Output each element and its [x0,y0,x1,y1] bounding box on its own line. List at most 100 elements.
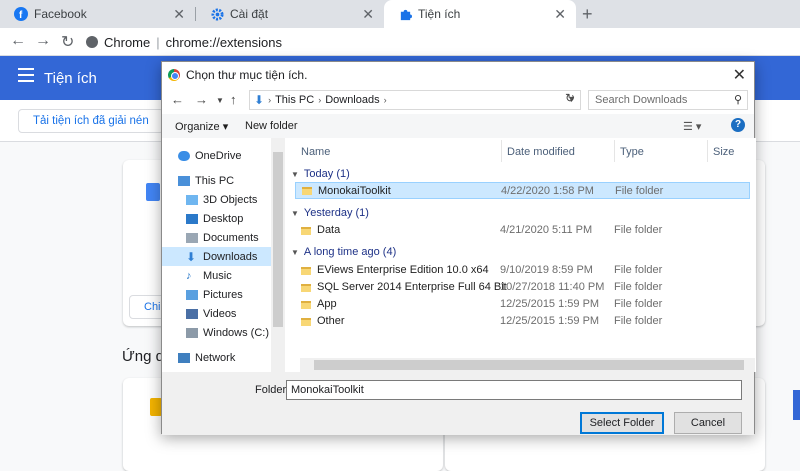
folder-icon [301,283,311,292]
scrollbar-thumb[interactable] [273,152,283,327]
nav-item-music[interactable]: ♪ Music [186,266,232,285]
nav-label: Documents [203,231,259,244]
tab-label: Cài đặt [230,7,269,21]
file-date: 10/27/2018 11:40 PM [500,281,605,293]
video-icon [186,308,198,319]
breadcrumb-downloads[interactable]: Downloads [325,94,379,106]
tab-facebook[interactable]: f Facebook ✕ [0,0,195,28]
table-row[interactable]: SQL Server 2014 Enterprise Full 64 Bit 1… [295,279,750,296]
drive-icon [186,327,198,338]
close-icon[interactable]: ✕ [733,65,746,85]
desktop-icon [186,213,198,224]
file-date: 4/22/2020 1:58 PM [501,185,594,197]
table-row[interactable]: Other 12/25/2015 1:59 PM File folder [295,313,750,330]
close-icon[interactable]: ✕ [554,6,566,23]
address-bar[interactable]: Chrome | chrome://extensions [86,31,786,53]
file-type: File folder [614,281,663,293]
nav-item-downloads[interactable]: ⬇ Downloads [162,247,271,266]
column-divider [501,140,502,162]
view-options-icon[interactable]: ☰ ▾ [683,120,701,133]
cloud-icon [178,150,190,161]
group-header-long-ago[interactable]: ▼ A long time ago (4) [291,246,396,258]
column-divider [614,140,615,162]
column-divider [707,140,708,162]
folder-icon [301,317,311,326]
search-input[interactable]: Search Downloads ⚲ [588,90,748,110]
music-icon: ♪ [186,269,192,282]
nav-label: Videos [203,307,237,320]
table-row[interactable]: Data 4/21/2020 5:11 PM File folder [295,222,750,239]
nav-item-network[interactable]: Network [178,348,235,367]
breadcrumb-this-pc[interactable]: This PC [275,94,314,106]
folder-picker-dialog: Chọn thư mục tiện ích. ✕ ← → ▼ ↑ ⬇ › Thi… [161,61,756,435]
extension-icon [146,183,160,201]
column-header-name[interactable]: Name [301,146,330,158]
close-icon[interactable]: ✕ [173,6,185,23]
file-date: 9/10/2019 8:59 PM [500,264,593,276]
chevron-down-icon: ▼ [291,208,299,218]
table-row[interactable]: EViews Enterprise Edition 10.0 x64 9/10/… [295,262,750,279]
column-header-size[interactable]: Size [713,146,734,158]
dialog-title: Chọn thư mục tiện ích. [186,68,308,82]
computer-icon [178,175,190,186]
nav-item-onedrive[interactable]: OneDrive [178,146,241,165]
path-bar[interactable]: ⬇ › This PC › Downloads › ▼ [249,90,581,110]
tab-extensions[interactable]: Tiện ích ✕ [384,0,576,28]
nav-item-pictures[interactable]: Pictures [186,285,243,304]
group-label: Today (1) [303,168,350,180]
select-folder-button[interactable]: Select Folder [580,412,664,434]
load-unpacked-button[interactable]: Tải tiện ích đã giải nén [18,109,164,133]
menu-icon[interactable] [18,68,34,86]
chrome-site-icon [86,36,98,48]
file-name: SQL Server 2014 Enterprise Full 64 Bit [317,281,507,293]
file-type: File folder [614,264,663,276]
column-header-date[interactable]: Date modified [507,146,575,158]
folder-field[interactable]: MonokaiToolkit [286,380,742,400]
url-text: chrome://extensions [165,34,282,50]
table-row[interactable]: MonokaiToolkit 4/22/2020 1:58 PM File fo… [295,182,750,199]
navigation-pane: OneDrive This PC 3D Objects Desktop Docu… [162,138,286,372]
recent-locations-icon[interactable]: ▼ [216,96,224,105]
chevron-right-icon: › [268,95,272,105]
group-header-yesterday[interactable]: ▼ Yesterday (1) [291,207,369,219]
forward-arrow-icon[interactable]: → [35,32,51,50]
horizontal-scrollbar[interactable] [300,358,755,372]
up-arrow-icon[interactable]: ↑ [230,92,237,107]
nav-item-videos[interactable]: Videos [186,304,236,323]
nav-label: Pictures [203,288,243,301]
back-arrow-icon[interactable]: ← [171,92,184,107]
close-icon[interactable]: ✕ [362,6,374,23]
nav-label: Downloads [203,250,258,263]
column-header-type[interactable]: Type [620,146,644,158]
new-folder-button[interactable]: New folder [245,120,298,132]
file-date: 12/25/2015 1:59 PM [500,315,600,327]
cancel-button[interactable]: Cancel [674,412,742,434]
help-icon[interactable]: ? [731,118,745,132]
url-separator: | [156,34,160,50]
forward-arrow-icon[interactable]: → [195,92,208,107]
nav-item-desktop[interactable]: Desktop [186,209,243,228]
nav-label: OneDrive [195,149,242,162]
new-tab-button[interactable]: + [582,4,593,25]
browser-toolbar: ← → ↻ Chrome | chrome://extensions [0,28,800,56]
folder-icon [301,300,311,309]
dialog-address-row: ← → ▼ ↑ ⬇ › This PC › Downloads › ▼ ↻ Se… [162,88,754,114]
organize-button[interactable]: Organize ▾ [175,120,228,133]
search-placeholder: Search Downloads [595,94,688,106]
file-type: File folder [614,224,663,236]
scrollbar-thumb[interactable] [314,360,744,370]
nav-scrollbar[interactable] [271,138,285,372]
chevron-right-icon: › [318,95,322,105]
table-row[interactable]: App 12/25/2015 1:59 PM File folder [295,296,750,313]
back-arrow-icon[interactable]: ← [10,32,26,50]
refresh-icon[interactable]: ↻ [565,91,575,105]
nav-item-windows-c[interactable]: Windows (C:) [186,323,269,342]
reload-icon[interactable]: ↻ [61,32,74,52]
nav-item-3d-objects[interactable]: 3D Objects [186,190,257,209]
dialog-titlebar: Chọn thư mục tiện ích. ✕ [162,62,754,88]
file-date: 4/21/2020 5:11 PM [500,224,593,236]
nav-item-documents[interactable]: Documents [186,228,259,247]
tab-settings[interactable]: Cài đặt ✕ [196,0,384,28]
nav-item-this-pc[interactable]: This PC [178,171,234,190]
group-header-today[interactable]: ▼ Today (1) [291,168,350,180]
